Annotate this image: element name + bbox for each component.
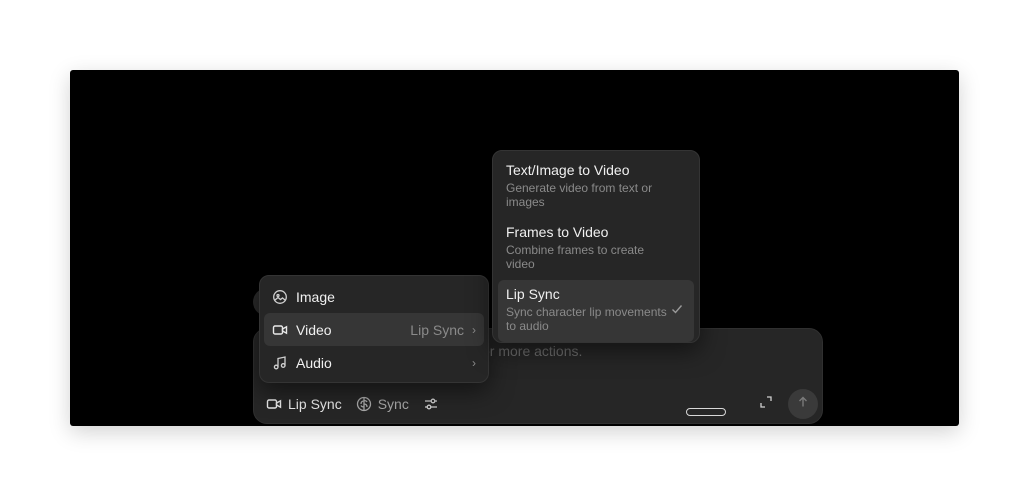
video-icon [272, 322, 288, 338]
menu-item-label: Image [296, 288, 335, 305]
submenu-item-frames-to-video[interactable]: Frames to Video Combine frames to create… [498, 218, 694, 280]
generation-type-menu: Image Video Lip Sync › Audio › [259, 275, 489, 383]
submenu-item-description: Sync character lip movements to audio [506, 305, 667, 333]
mode-selector-button[interactable]: Lip Sync [266, 396, 342, 412]
prompt-placeholder: or more actions. [482, 343, 583, 359]
submenu-item-title: Lip Sync [506, 286, 560, 302]
video-submenu: Text/Image to Video Generate video from … [492, 150, 700, 343]
expand-icon [759, 396, 773, 413]
submenu-item-description: Generate video from text or images [506, 181, 653, 209]
sliders-icon [423, 396, 439, 412]
submenu-item-text-image-to-video[interactable]: Text/Image to Video Generate video from … [498, 156, 694, 218]
send-button[interactable] [788, 389, 818, 419]
menu-item-audio[interactable]: Audio › [264, 346, 484, 379]
menu-item-current-value: Lip Sync [410, 321, 464, 338]
chevron-right-icon: › [472, 322, 476, 337]
drag-handle[interactable] [686, 408, 726, 416]
brain-icon [356, 396, 372, 412]
music-icon [272, 355, 288, 371]
model-label: Sync [377, 396, 409, 412]
submenu-item-title: Frames to Video [506, 224, 609, 240]
settings-button[interactable] [423, 396, 439, 412]
arrow-up-icon [797, 395, 809, 413]
menu-item-video[interactable]: Video Lip Sync › [264, 313, 484, 346]
submenu-item-description: Combine frames to create video [506, 243, 645, 271]
menu-item-label: Video [296, 321, 332, 338]
video-icon [266, 396, 282, 412]
composer-toolbar: Lip Sync Sync [266, 393, 439, 415]
chevron-right-icon: › [472, 355, 476, 370]
model-selector-button[interactable]: Sync [356, 396, 409, 412]
expand-button[interactable] [759, 395, 775, 411]
image-icon [272, 289, 288, 305]
menu-item-image[interactable]: Image [264, 280, 484, 313]
check-icon [670, 302, 684, 321]
menu-item-label: Audio [296, 354, 332, 371]
submenu-item-title: Text/Image to Video [506, 162, 630, 178]
submenu-item-lip-sync[interactable]: Lip Sync Sync character lip movements to… [498, 280, 694, 342]
mode-label: Lip Sync [288, 396, 342, 412]
